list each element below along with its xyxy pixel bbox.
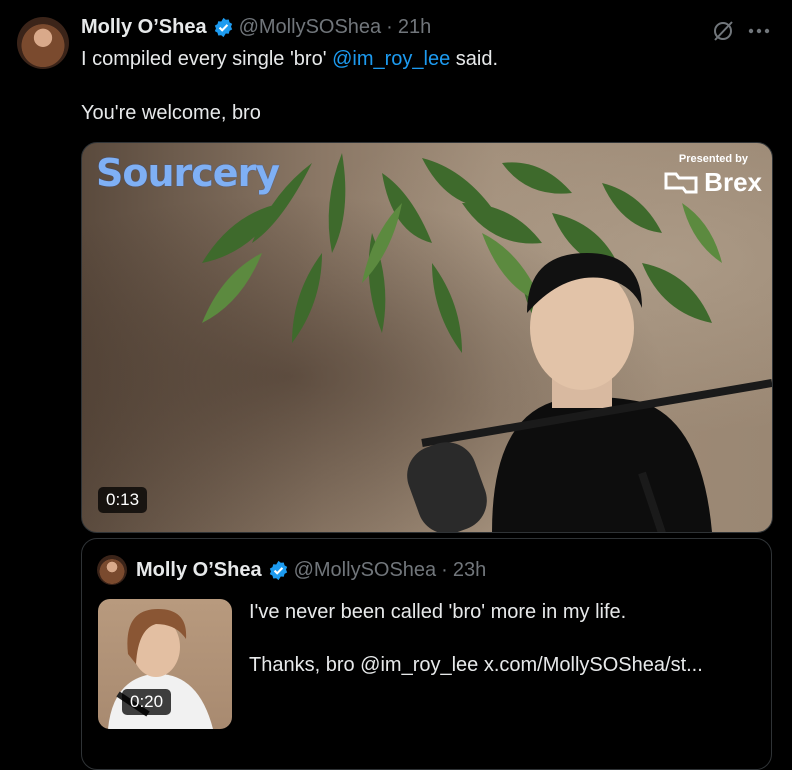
verified-badge-icon <box>214 17 232 38</box>
mention-link[interactable]: @im_roy_lee <box>332 48 450 70</box>
quoted-author-avatar <box>97 555 127 585</box>
tweet-text: I compiled every single 'bro' <box>81 48 333 70</box>
more-icon[interactable] <box>748 28 770 34</box>
video-duration: 0:13 <box>98 487 148 513</box>
brand-logo-sourcery: Sourcery <box>96 151 280 195</box>
tweet-header: Molly O’Shea @MollySOShea · 21h <box>81 16 431 39</box>
quoted-header: Molly O’Shea @MollySOShea · 23h <box>136 559 486 582</box>
quoted-text-line2: Thanks, bro @im_roy_lee x.com/MollySOShe… <box>249 654 703 676</box>
tweet-text-line1: I compiled every single 'bro' @im_roy_le… <box>81 48 498 71</box>
author-name[interactable]: Molly O’Shea <box>81 16 207 39</box>
quoted-video-duration: 0:20 <box>122 689 172 715</box>
person-graphic <box>407 253 772 532</box>
quoted-text-line1: I've never been called 'bro' more in my … <box>249 601 627 623</box>
separator-dot: · <box>386 16 393 38</box>
author-handle[interactable]: @MollySOShea <box>239 16 382 39</box>
quoted-tweet[interactable]: Molly O’Shea @MollySOShea · 23h 0:20 I'v… <box>81 538 772 770</box>
author-avatar[interactable] <box>17 17 69 69</box>
sponsor-logo: Brex <box>664 167 762 198</box>
timestamp[interactable]: 21h <box>398 16 431 39</box>
quoted-video-thumbnail[interactable]: 0:20 <box>98 599 232 729</box>
quoted-author-name: Molly O’Shea <box>136 559 262 581</box>
sponsor-name: Brex <box>704 167 762 197</box>
video-player[interactable]: Sourcery Presented by Brex 0:13 <box>81 142 773 533</box>
brex-logo-icon <box>664 172 698 193</box>
quoted-timestamp: 23h <box>452 559 487 581</box>
quoted-author-handle: @MollySOShea <box>293 559 437 581</box>
grok-icon[interactable] <box>711 19 735 43</box>
separator-dot: · <box>441 559 448 581</box>
verified-badge-icon <box>269 560 287 581</box>
presented-by-label: Presented by <box>678 153 748 165</box>
tweet-text-line2: You're welcome, bro <box>81 102 261 124</box>
tweet-text-suffix: said. <box>450 48 499 70</box>
